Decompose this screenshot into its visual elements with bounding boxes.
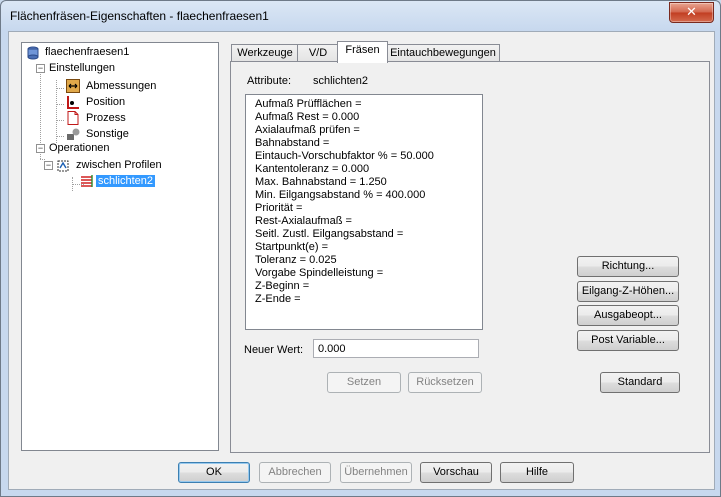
list-item[interactable]: Axialaufmaß prüfen = [255, 124, 360, 136]
list-item[interactable]: Kantentoleranz = 0.000 [255, 163, 369, 175]
tree-line [56, 120, 64, 121]
attributes-value: schlichten2 [313, 75, 369, 87]
operation-group-icon [57, 160, 69, 172]
reset-button[interactable]: Rücksetzen [408, 372, 482, 393]
operation-tree[interactable]: flaechenfraesen1 − Einstellungen Abmessu… [21, 42, 219, 451]
new-value-input[interactable] [313, 339, 479, 358]
window-title: Flächenfräsen-Eigenschaften - flaechenfr… [10, 9, 269, 23]
tab-werkzeuge[interactable]: Werkzeuge [231, 44, 299, 62]
tab-fraesen[interactable]: Fräsen [337, 41, 388, 63]
collapse-icon[interactable]: − [36, 64, 45, 73]
close-icon: ✕ [686, 4, 697, 19]
list-item[interactable]: Bahnabstand = [255, 137, 329, 149]
tab-vd[interactable]: V/D [297, 44, 339, 62]
dimensions-icon [66, 79, 80, 93]
preview-button[interactable]: Vorschau [420, 462, 492, 483]
tree-line [40, 159, 45, 160]
process-document-icon [67, 111, 79, 125]
tree-settings-label: Einstellungen [49, 62, 116, 74]
list-item[interactable]: Aufmaß Rest = 0.000 [255, 111, 359, 123]
tree-group-label: zwischen Profilen [76, 159, 162, 171]
tree-line [56, 80, 57, 143]
attribute-list[interactable]: Aufmaß Prüfflächen = Aufmaß Rest = 0.000… [245, 94, 483, 330]
tree-process-label: Prozess [86, 112, 126, 124]
list-item[interactable]: Eintauch-Vorschubfaktor % = 50.000 [255, 150, 434, 162]
cancel-button[interactable]: Abbrechen [259, 462, 331, 483]
list-item[interactable]: Z-Beginn = [255, 280, 309, 292]
tree-operations-label: Operationen [49, 142, 110, 154]
list-item[interactable]: Z-Ende = [255, 293, 301, 305]
position-icon [67, 96, 79, 109]
list-item[interactable]: Startpunkt(e) = [255, 241, 328, 253]
dialog-window: Flächenfräsen-Eigenschaften - flaechenfr… [0, 0, 721, 497]
tab-panel: Attribute: schlichten2 Aufmaß Prüffläche… [230, 61, 710, 453]
tree-line [56, 88, 64, 89]
direction-button[interactable]: Richtung... [577, 256, 679, 277]
list-item[interactable]: Rest-Axialaufmaß = [255, 215, 352, 227]
set-button[interactable]: Setzen [327, 372, 401, 393]
list-item[interactable]: Aufmaß Prüfflächen = [255, 98, 362, 110]
attributes-label: Attribute: [247, 75, 292, 87]
list-item[interactable]: Min. Eilgangsabstand % = 400.000 [255, 189, 425, 201]
misc-shapes-icon [67, 128, 80, 140]
tree-root-label: flaechenfraesen1 [45, 46, 130, 58]
list-item[interactable]: Seitl. Zustl. Eilgangsabstand = [255, 228, 403, 240]
document-icon [27, 46, 39, 60]
tree-selected-label: schlichten2 [96, 175, 156, 187]
post-variable-button[interactable]: Post Variable... [577, 330, 679, 351]
dialog-client: flaechenfraesen1 − Einstellungen Abmessu… [8, 31, 715, 490]
ok-button[interactable]: OK [178, 462, 250, 483]
list-item[interactable]: Priorität = [255, 202, 302, 214]
title-bar[interactable]: Flächenfräsen-Eigenschaften - flaechenfr… [1, 1, 720, 31]
help-button[interactable]: Hilfe [500, 462, 574, 483]
tree-line [56, 104, 64, 105]
collapse-icon[interactable]: − [36, 144, 45, 153]
apply-button[interactable]: Übernehmen [340, 462, 412, 483]
list-item[interactable]: Toleranz = 0.025 [255, 254, 337, 266]
collapse-icon[interactable]: − [44, 161, 53, 170]
rapid-z-heights-button[interactable]: Eilgang-Z-Höhen... [577, 281, 679, 302]
list-item[interactable]: Max. Bahnabstand = 1.250 [255, 176, 387, 188]
tree-dimensions-label: Abmessungen [86, 80, 157, 92]
tab-eintauchbewegungen[interactable]: Eintauchbewegungen [386, 44, 500, 62]
output-options-button[interactable]: Ausgabeopt... [577, 305, 679, 326]
new-value-label: Neuer Wert: [244, 344, 304, 356]
tree-position-label: Position [86, 96, 126, 108]
tree-misc-label: Sonstige [86, 128, 129, 140]
standard-button[interactable]: Standard [600, 372, 680, 393]
list-item[interactable]: Vorgabe Spindelleistung = [255, 267, 383, 279]
close-button[interactable]: ✕ [669, 2, 714, 23]
tree-line [56, 136, 64, 137]
finishing-operation-icon [81, 175, 93, 187]
